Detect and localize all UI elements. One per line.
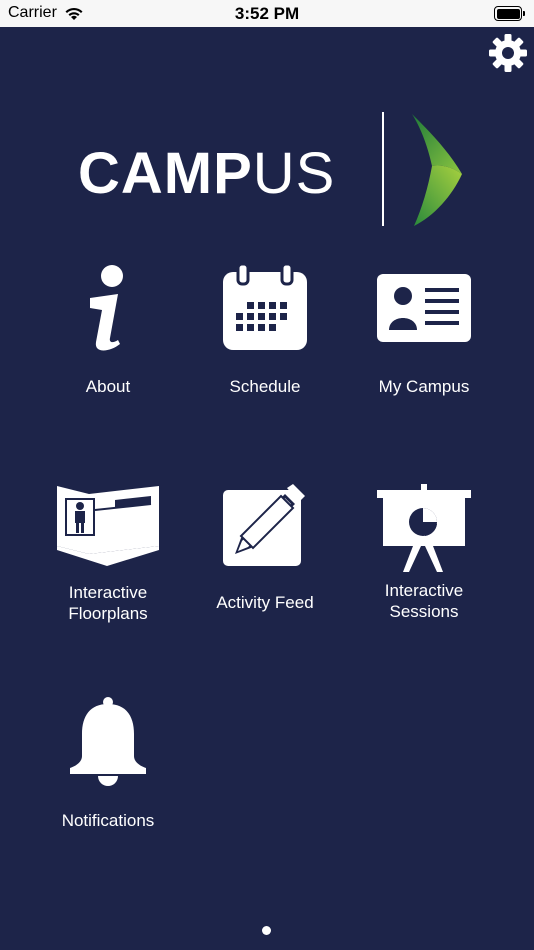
tile-notifications[interactable]: Notifications [33, 696, 183, 831]
tile-activity-feed[interactable]: Activity Feed [190, 484, 340, 613]
id-card-icon [377, 274, 471, 342]
tile-label: My Campus [378, 377, 470, 396]
battery-icon [494, 6, 526, 21]
tile-label-line2: Floorplans [68, 604, 148, 623]
logo-text-light: US [252, 141, 336, 206]
tile-label: Activity Feed [216, 593, 314, 612]
tile-about[interactable]: About [33, 262, 183, 397]
tile-interactive-floorplans[interactable]: Interactive Floorplans [33, 484, 183, 624]
tile-label-line1: Interactive [68, 583, 148, 602]
tile-label: About [85, 377, 131, 396]
tile-label: Notifications [61, 811, 155, 830]
campus-logo: CAMPUS [78, 110, 468, 230]
tile-my-campus[interactable]: My Campus [349, 262, 499, 397]
logo-chevron-icon [412, 114, 462, 226]
bell-icon [70, 697, 146, 786]
tile-label-line2: Sessions [389, 602, 459, 621]
tile-label: Interactive Floorplans [33, 582, 183, 624]
status-time: 3:52 PM [234, 4, 300, 23]
calendar-icon [223, 262, 307, 350]
info-icon [90, 265, 123, 351]
tile-schedule[interactable]: Schedule [190, 262, 340, 397]
tile-label: Schedule [229, 377, 301, 396]
logo-divider [382, 112, 384, 226]
edit-icon [223, 484, 305, 566]
logo-wordmark: CAMPUS [78, 140, 335, 207]
tile-label-line1: Interactive [384, 581, 464, 600]
tile-label: Interactive Sessions [349, 580, 499, 622]
tile-interactive-sessions[interactable]: Interactive Sessions [349, 484, 499, 622]
status-bar: Carrier 3:52 PM [0, 0, 534, 27]
gear-icon[interactable] [487, 32, 529, 74]
floorplan-icon [57, 486, 159, 566]
presentation-icon [377, 484, 471, 572]
logo-text-bold: CAMP [78, 141, 253, 206]
page-indicator-dot[interactable] [262, 926, 271, 935]
